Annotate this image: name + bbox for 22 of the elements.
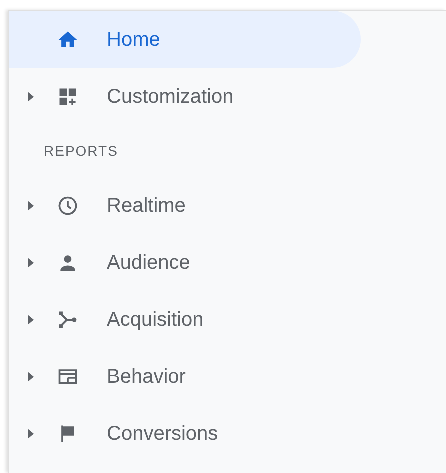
expand-caret-icon[interactable] xyxy=(28,200,34,210)
nav-label: Home xyxy=(107,28,160,52)
nav-item[interactable]: Acquisition xyxy=(9,291,361,348)
nav-label: Realtime xyxy=(107,194,186,218)
nav-item[interactable]: Audience xyxy=(9,234,361,291)
nav-item[interactable]: Home xyxy=(9,11,361,68)
nav-label: Customization xyxy=(107,84,234,110)
nav-item[interactable]: Conversions xyxy=(9,405,361,462)
nav-item[interactable]: Customization xyxy=(9,68,361,125)
nav-label: Acquisition xyxy=(107,308,204,332)
nav-label: Conversions xyxy=(107,422,218,446)
nav-item[interactable]: Behavior xyxy=(9,348,361,405)
nav-label: Audience xyxy=(107,250,190,276)
expand-caret-icon[interactable] xyxy=(28,258,34,268)
expand-caret-icon[interactable] xyxy=(28,428,34,438)
expand-caret-icon[interactable] xyxy=(28,372,34,382)
nav-label: Behavior xyxy=(107,364,186,390)
expand-caret-icon[interactable] xyxy=(28,92,34,102)
section-heading: REPORTS xyxy=(44,142,118,160)
clock-icon xyxy=(57,194,79,216)
expand-caret-icon[interactable] xyxy=(28,314,34,324)
nav-item[interactable]: Realtime xyxy=(9,177,361,234)
